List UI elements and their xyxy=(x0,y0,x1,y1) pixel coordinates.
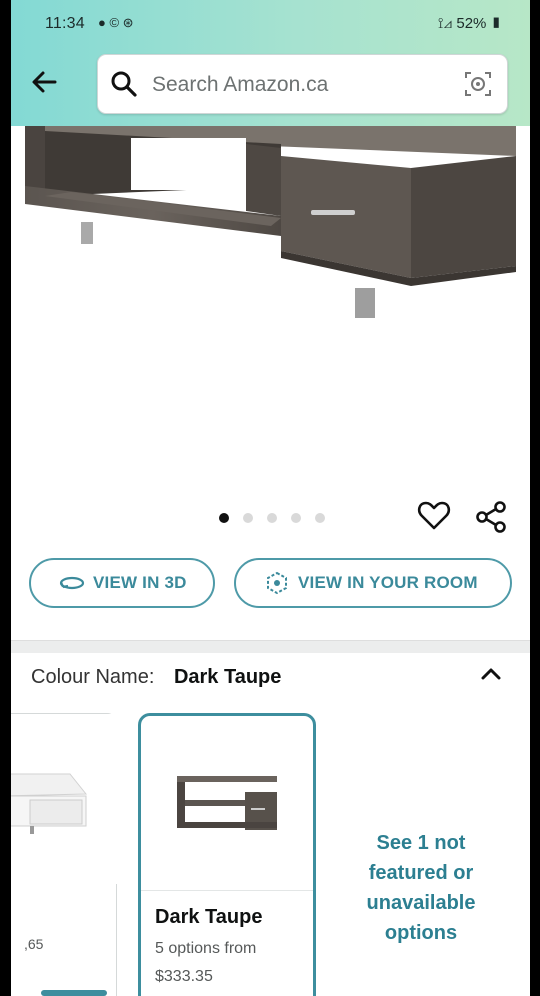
view-in-3d-button[interactable]: VIEW IN 3D xyxy=(29,558,215,608)
variation-card-name: Dark Taupe xyxy=(155,906,263,928)
wifi-signal-icon: ⟟⊿ xyxy=(437,15,457,32)
view-in-room-label: VIEW IN YOUR ROOM xyxy=(298,573,478,592)
taupe-tv-stand-thumbnail xyxy=(167,764,291,854)
see-unavailable-options-link[interactable]: See 1 not featured or unavailable option… xyxy=(351,828,491,948)
variation-card-price: $333.35 xyxy=(155,968,213,985)
share-icon[interactable] xyxy=(473,499,509,535)
status-bar: 11:34 ● © ⊛ ⟟⊿ 52% ▮ xyxy=(11,10,530,40)
back-arrow-icon xyxy=(32,71,57,93)
notification-icons: ● © ⊛ xyxy=(98,15,134,30)
status-time: 11:34 xyxy=(45,15,85,32)
pagination-dot[interactable] xyxy=(243,513,253,523)
ar-cube-icon xyxy=(267,571,287,595)
pagination-dot[interactable] xyxy=(291,513,301,523)
section-divider xyxy=(11,640,530,653)
scroll-indicator xyxy=(41,990,107,996)
variation-card-price: ,65 xyxy=(24,936,44,952)
colour-label: Colour Name: xyxy=(31,666,155,688)
chevron-up-icon[interactable] xyxy=(477,660,505,688)
battery-icon: ▮ xyxy=(486,15,502,32)
variation-card[interactable]: e ,65 xyxy=(11,713,118,996)
view-in-room-button[interactable]: VIEW IN YOUR ROOM xyxy=(234,558,512,608)
heart-icon[interactable] xyxy=(416,497,452,533)
status-right: ⟟⊿ 52% ▮ xyxy=(438,15,502,32)
rotate-3d-icon xyxy=(59,576,85,590)
search-icon xyxy=(111,71,137,97)
product-image[interactable] xyxy=(11,126,530,426)
camera-scan-icon[interactable] xyxy=(463,69,493,99)
white-tv-stand-thumbnail xyxy=(11,714,118,884)
view-in-3d-label: VIEW IN 3D xyxy=(93,573,187,592)
colour-value: Dark Taupe xyxy=(173,666,282,688)
card-separator xyxy=(141,890,313,891)
pagination-dot[interactable] xyxy=(267,513,277,523)
variation-card-selected[interactable]: Dark Taupe 5 options from $333.35 xyxy=(138,713,316,996)
battery-text: 52% xyxy=(456,15,487,32)
search-input[interactable] xyxy=(150,67,454,103)
search-bar[interactable] xyxy=(97,54,508,114)
pagination-dot[interactable] xyxy=(315,513,325,523)
pagination-dot-active[interactable] xyxy=(219,513,229,523)
variation-card-options: 5 options from xyxy=(155,940,257,957)
back-button[interactable] xyxy=(23,60,67,104)
header-bar: 11:34 ● © ⊛ ⟟⊿ 52% ▮ xyxy=(11,0,530,126)
screen: 11:34 ● © ⊛ ⟟⊿ 52% ▮ Search Amazon.ca VI… xyxy=(11,0,530,996)
colour-selector-header[interactable]: Colour Name: Dark Taupe xyxy=(31,666,281,689)
